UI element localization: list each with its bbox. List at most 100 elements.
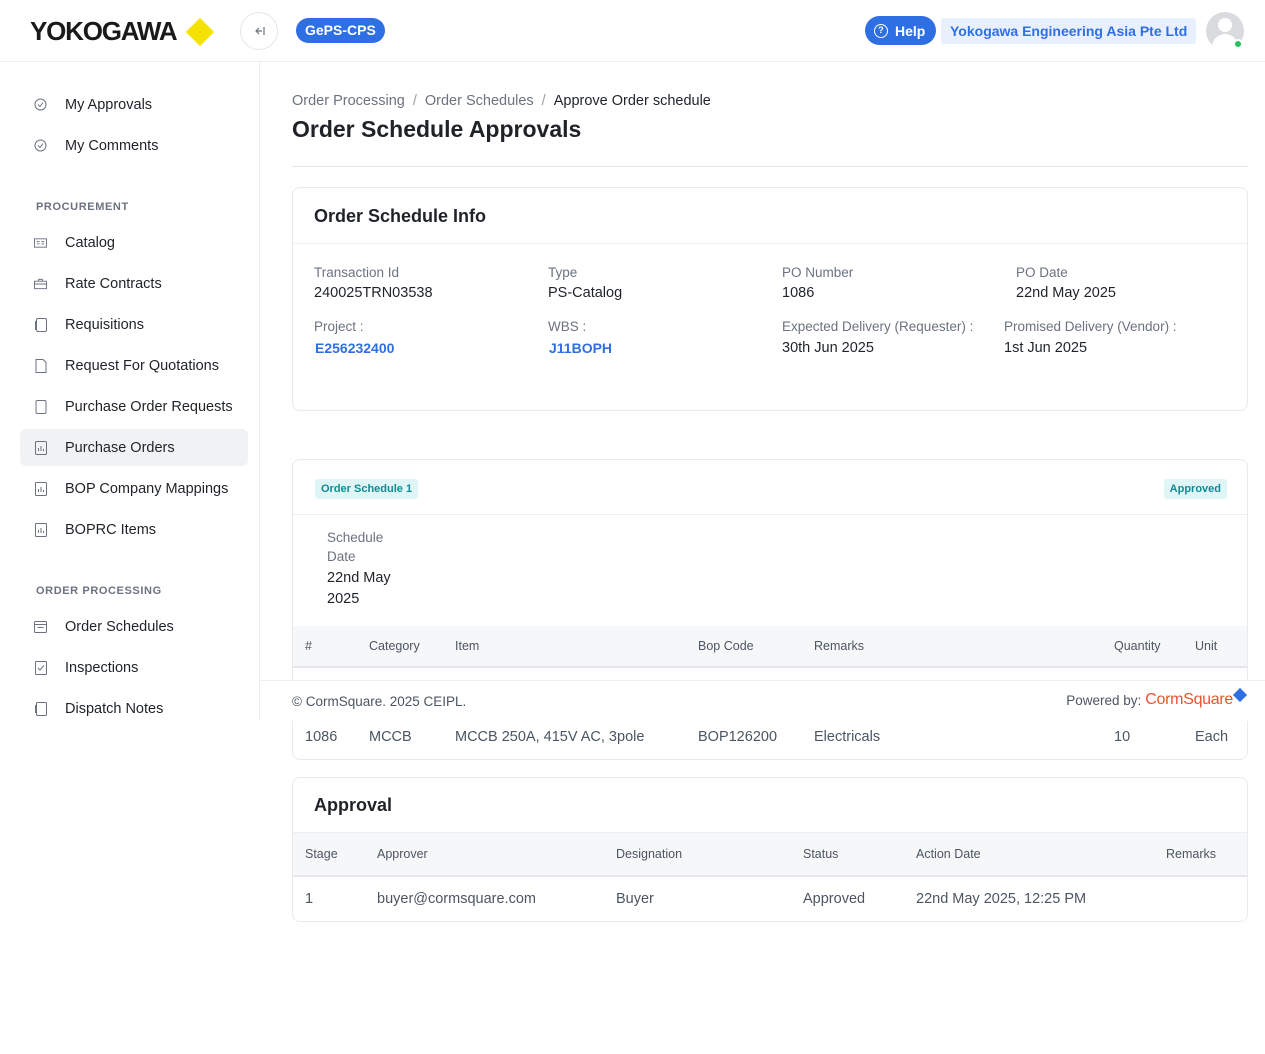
column-header: Remarks: [1166, 847, 1217, 861]
order-schedule-info-card: Order Schedule Info Transaction Id 24002…: [292, 187, 1248, 411]
breadcrumb: Order Processing / Order Schedules / Approve…: [292, 93, 711, 109]
sidebar-item-purchase-order-requests[interactable]: Purchase Order Requests: [20, 388, 248, 425]
copyright-text: © CormSquare. 2025 CEIPL.: [292, 694, 467, 709]
sidebar-item-label: Dispatch Notes: [65, 700, 164, 717]
column-header: Approver: [377, 847, 428, 861]
type-label: Type: [548, 265, 578, 280]
column-header: Status: [803, 847, 839, 861]
row-status: Approved: [803, 891, 866, 907]
order-processing-section-title: ORDER PROCESSING: [36, 585, 162, 597]
approval-card: Approval Stage Approver Designation Stat…: [292, 777, 1248, 922]
status-badge: Approved: [1163, 479, 1227, 499]
sidebar: My Approvals My Comments PROCUREMENT Cat…: [0, 62, 260, 720]
sidebar-item-label: BOPRC Items: [65, 521, 157, 538]
approval-table-header: Stage Approver Designation Status Action…: [293, 832, 1247, 877]
help-button[interactable]: ? Help: [865, 16, 937, 45]
sidebar-item-purchase-orders[interactable]: Purchase Orders: [20, 429, 248, 466]
cormsquare-logo[interactable]: CormSquare: [1145, 691, 1233, 709]
sidebar-item-rate-contracts[interactable]: Rate Contracts: [20, 265, 248, 302]
sidebar-item-inspections[interactable]: Inspections: [20, 649, 248, 686]
sidebar-item-catalog[interactable]: Catalog: [20, 224, 248, 261]
document-icon: [34, 399, 47, 414]
column-header: Stage: [305, 847, 338, 861]
row-action-date: 22nd May 2025, 12:25 PM: [916, 891, 1087, 907]
online-status-dot: [1233, 39, 1243, 49]
sidebar-item-label: Order Schedules: [65, 618, 174, 635]
breadcrumb-current: Approve Order schedule: [553, 93, 711, 109]
calendar-icon: [34, 620, 47, 633]
project-link[interactable]: E256232400: [315, 340, 394, 356]
schedule-date-label: Schedule: [327, 530, 384, 545]
wbs-label: WBS :: [548, 319, 587, 334]
sidebar-item-boprc-items[interactable]: BOPRC Items: [20, 511, 248, 548]
report-icon: [34, 481, 47, 496]
expected-delivery-label: Expected Delivery (Requester) :: [782, 319, 974, 334]
po-date-value: 22nd May 2025: [1016, 285, 1116, 301]
column-header: Bop Code: [698, 639, 754, 653]
check-circle-icon: [34, 98, 47, 111]
title-divider: [292, 166, 1248, 167]
row-number: 1086: [305, 729, 338, 745]
cormsquare-mark-icon: [1232, 687, 1248, 703]
sidebar-collapse-icon: [255, 27, 265, 35]
logo-text: YOKOGAWA: [30, 16, 178, 46]
row-stage: 1: [305, 891, 314, 907]
yokogawa-logo[interactable]: YOKOGAWA: [30, 16, 215, 47]
row-remarks: Electricals: [814, 729, 881, 745]
schedule-date-value-line2: 2025: [327, 591, 360, 607]
catalog-icon: [34, 236, 47, 249]
breadcrumb-order-processing[interactable]: Order Processing: [292, 93, 405, 109]
sidebar-item-label: My Approvals: [65, 96, 153, 113]
sidebar-item-label: My Comments: [65, 137, 159, 154]
sidebar-item-my-comments[interactable]: My Comments: [20, 127, 248, 164]
column-header: Category: [369, 639, 420, 653]
project-label: Project :: [314, 319, 364, 334]
briefcase-icon: [34, 277, 47, 290]
sidebar-item-label: Catalog: [65, 234, 115, 251]
sidebar-item-dispatch-notes[interactable]: Dispatch Notes: [20, 690, 248, 727]
report-icon: [34, 522, 47, 537]
sidebar-item-requisitions[interactable]: Requisitions: [20, 306, 248, 343]
breadcrumb-order-schedules[interactable]: Order Schedules: [425, 93, 534, 109]
page-title: Order Schedule Approvals: [292, 116, 582, 142]
row-category: MCCB: [369, 729, 412, 745]
sidebar-item-label: Request For Quotations: [65, 357, 219, 374]
sidebar-item-bop-company-mappings[interactable]: BOP Company Mappings: [20, 470, 248, 507]
sidebar-item-label: Requisitions: [65, 316, 144, 333]
breadcrumb-separator: /: [412, 93, 417, 109]
logo-diamond-icon: [186, 17, 215, 46]
sidebar-collapse-button[interactable]: [240, 12, 278, 50]
sidebar-item-label: Purchase Order Requests: [65, 398, 233, 415]
sidebar-item-label: BOP Company Mappings: [65, 480, 229, 497]
sidebar-item-order-schedules[interactable]: Order Schedules: [20, 608, 248, 645]
column-header: Unit: [1195, 639, 1218, 653]
sidebar-item-label: Inspections: [65, 659, 139, 676]
sidebar-item-my-approvals[interactable]: My Approvals: [20, 86, 248, 123]
page-footer: © CormSquare. 2025 CEIPL. Powered by: Co…: [260, 680, 1265, 721]
powered-by-label: Powered by:: [1066, 692, 1142, 708]
row-designation: Buyer: [616, 891, 654, 907]
type-value: PS-Catalog: [548, 285, 623, 301]
help-icon: ?: [874, 23, 888, 38]
schedule-date-value: 22nd May: [327, 570, 391, 586]
po-date-label: PO Date: [1016, 265, 1068, 280]
sidebar-item-request-for-quotations[interactable]: Request For Quotations: [20, 347, 248, 384]
app-badge: GePS-CPS: [296, 18, 385, 43]
approval-card-title: Approval: [314, 795, 393, 815]
transaction-id-value: 240025TRN03538: [314, 285, 433, 301]
row-quantity: 10: [1114, 729, 1131, 745]
card-divider: [293, 514, 1247, 515]
wbs-link[interactable]: J11BOPH: [549, 340, 612, 356]
company-selector[interactable]: Yokogawa Engineering Asia Pte Ltd: [941, 18, 1197, 44]
row-unit: Each: [1195, 729, 1229, 745]
checklist-icon: [34, 660, 47, 675]
column-header: Action Date: [916, 847, 981, 861]
promised-delivery-value: 1st Jun 2025: [1004, 340, 1088, 356]
report-icon: [34, 440, 47, 455]
card-divider: [293, 243, 1247, 244]
avatar-head: [1218, 18, 1232, 32]
row-bop-code: BOP126200: [698, 729, 778, 745]
row-approver: buyer@cormsquare.com: [377, 891, 536, 907]
transaction-id-label: Transaction Id: [314, 265, 400, 280]
note-icon: [34, 701, 47, 716]
